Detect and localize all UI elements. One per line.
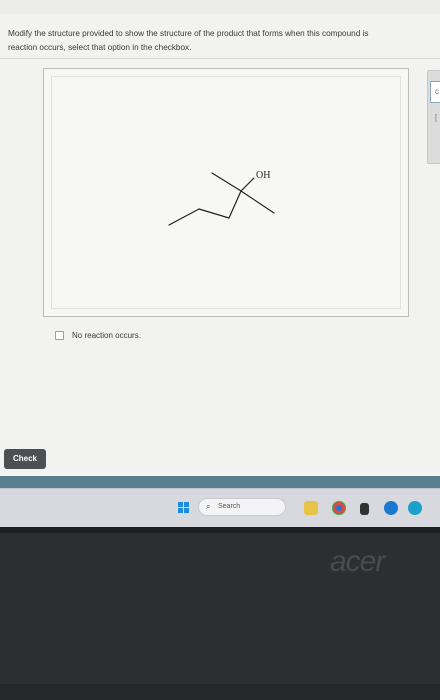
bond-6	[240, 190, 275, 214]
bond-3	[228, 190, 242, 219]
chrome-icon[interactable]	[332, 501, 346, 515]
bond-1	[168, 208, 200, 226]
dell-icon[interactable]	[384, 501, 398, 515]
question-text: Modify the structure provided to show th…	[8, 27, 440, 55]
side-mark: [	[435, 113, 438, 122]
bond-4	[211, 172, 242, 192]
bond-5	[240, 177, 255, 192]
side-tool-button[interactable]: c	[430, 81, 440, 103]
divider	[0, 58, 440, 59]
browser-screen: Modify the structure provided to show th…	[0, 0, 440, 488]
top-strip	[0, 0, 440, 14]
hydroxyl-label: OH	[256, 170, 270, 181]
acer-logo: acer	[330, 545, 385, 578]
no-reaction-label: No reaction occurs.	[72, 331, 141, 340]
laptop-hinge	[0, 527, 440, 533]
bond-2	[198, 208, 230, 219]
molecule-structure[interactable]: OH	[44, 69, 410, 318]
check-button[interactable]: Check	[4, 449, 46, 469]
taskbar-search[interactable]: ⌕ Search	[198, 498, 286, 516]
no-reaction-option[interactable]: No reaction occurs.	[55, 331, 141, 340]
edge-icon[interactable]	[408, 501, 422, 515]
footer-bar	[0, 476, 440, 488]
search-placeholder: Search	[218, 503, 241, 510]
windows-taskbar: ⌕ Search	[0, 488, 440, 527]
structure-editor[interactable]: OH	[43, 68, 409, 317]
question-line-1: Modify the structure provided to show th…	[8, 29, 369, 38]
search-icon: ⌕	[206, 502, 211, 511]
windows-start-icon[interactable]	[178, 502, 189, 513]
store-icon[interactable]	[360, 503, 369, 515]
question-line-2: reaction occurs, select that option in t…	[8, 43, 192, 52]
side-toolbar: c [	[427, 70, 440, 164]
keyboard-edge	[0, 684, 440, 700]
file-explorer-icon[interactable]	[304, 501, 318, 515]
no-reaction-checkbox[interactable]	[55, 331, 64, 340]
